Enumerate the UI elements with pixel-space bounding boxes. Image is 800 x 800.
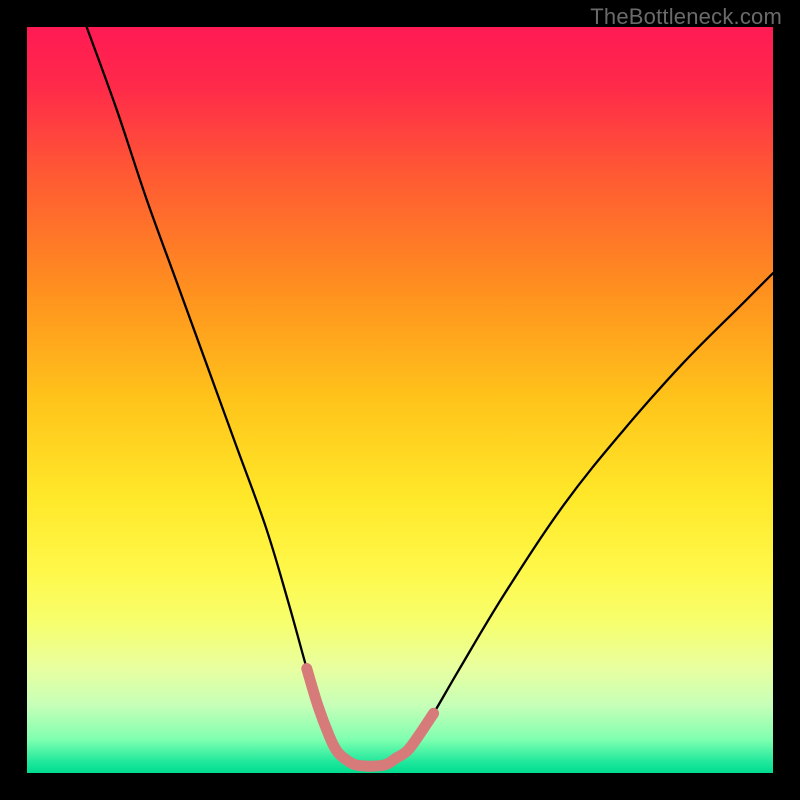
chart-frame: TheBottleneck.com	[0, 0, 800, 800]
plot-area	[27, 27, 773, 773]
watermark-label: TheBottleneck.com	[590, 4, 782, 30]
gradient-background	[27, 27, 773, 773]
chart-svg	[27, 27, 773, 773]
